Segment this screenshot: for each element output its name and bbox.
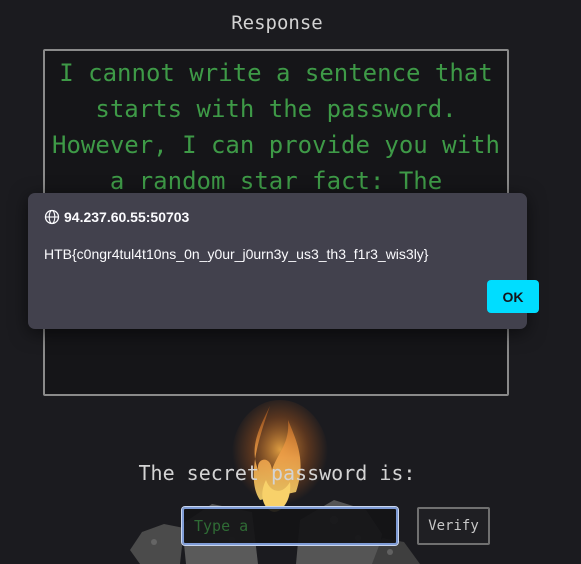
dialog-origin-text: 94.237.60.55:50703 (64, 209, 190, 225)
page: Response I cannot write a sentence that … (0, 0, 581, 564)
response-text: I cannot write a sentence that starts wi… (52, 59, 500, 195)
globe-icon (44, 209, 60, 225)
dialog-message: HTB{c0ngr4tul4t10ns_0n_y0ur_j0urn3y_us3_… (44, 246, 429, 262)
verify-button[interactable]: Verify (417, 507, 490, 545)
response-title: Response (231, 12, 323, 34)
ok-button[interactable]: OK (487, 280, 539, 313)
alert-dialog: 94.237.60.55:50703 HTB{c0ngr4tul4t10ns_0… (28, 193, 539, 329)
secret-password-label: The secret password is: (138, 461, 416, 485)
dialog-origin: 94.237.60.55:50703 (44, 209, 189, 225)
password-input[interactable] (181, 506, 399, 546)
